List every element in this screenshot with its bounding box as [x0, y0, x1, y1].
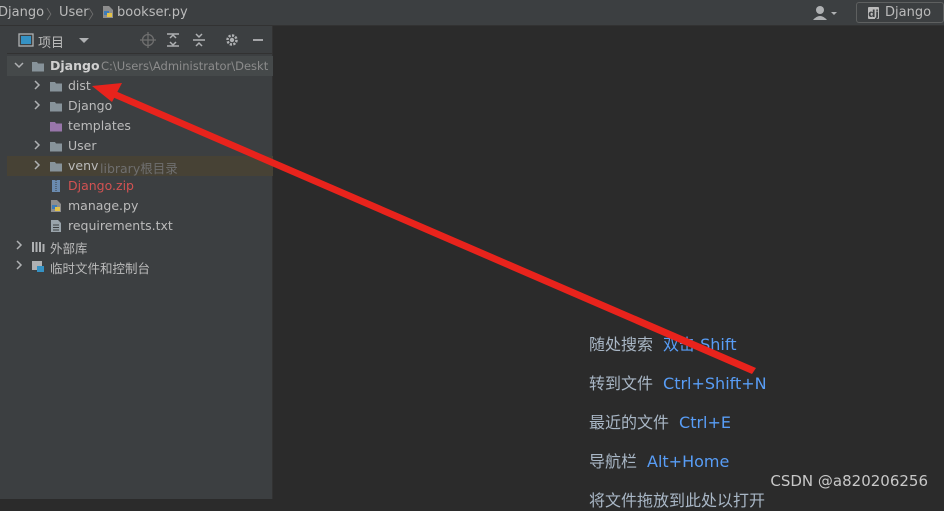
- annotation-arrow: [92, 83, 756, 374]
- annotation-arrow-shaft: [110, 90, 756, 374]
